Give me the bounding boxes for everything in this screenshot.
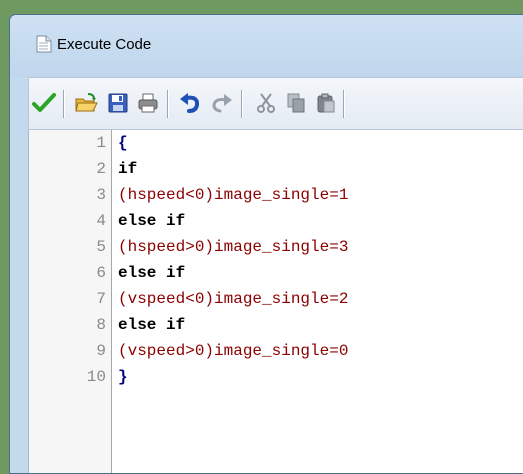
title-bar[interactable]: Execute Code (10, 15, 523, 77)
open-folder-icon (75, 93, 98, 112)
toolbar-separator (63, 90, 65, 118)
open-button[interactable] (71, 88, 101, 118)
toolbar-separator (343, 90, 345, 118)
print-button[interactable] (133, 88, 163, 118)
checkmark-icon (32, 93, 56, 112)
code-condition: (hspeed<0) (118, 186, 215, 204)
undo-button[interactable] (175, 88, 205, 118)
toolbar (28, 77, 523, 130)
code-text: (vspeed>0)image_single=0 (118, 338, 348, 365)
code-condition: (vspeed<0) (118, 290, 215, 308)
toolbar-separator (241, 90, 243, 118)
line-number: 3 (96, 186, 106, 204)
code-statement: image_single=1 (214, 186, 349, 204)
line-number: 6 (96, 264, 106, 282)
code-condition: (hspeed>0) (118, 238, 215, 256)
code-text: (hspeed>0)image_single=3 (118, 234, 348, 261)
line-number: 4 (96, 212, 106, 230)
line-number: 2 (96, 160, 106, 178)
paste-button[interactable] (311, 88, 341, 118)
ok-button[interactable] (29, 88, 59, 118)
code-text: (hspeed<0)image_single=1 (118, 182, 348, 209)
line-number: 10 (86, 368, 106, 386)
printer-icon (138, 93, 158, 113)
cut-button[interactable] (251, 88, 281, 118)
code-text: else if (118, 212, 186, 230)
code-statement: image_single=2 (214, 290, 349, 308)
code-text: (vspeed<0)image_single=2 (118, 286, 348, 313)
code-condition: (vspeed>0) (118, 342, 215, 360)
undo-icon (180, 93, 200, 113)
line-number: 7 (96, 290, 106, 308)
code-text: else if (118, 316, 186, 334)
window-title: Execute Code (57, 36, 152, 53)
line-number: 1 (96, 134, 106, 152)
code-statement: image_single=3 (214, 238, 349, 256)
paste-icon (317, 93, 335, 113)
line-number: 5 (96, 238, 106, 256)
redo-icon (212, 94, 232, 113)
code-text: { (118, 134, 128, 152)
code-statement: image_single=0 (214, 342, 349, 360)
execute-code-window: Execute Code 1 {2 if 3 (hspeed<0)image_… (9, 14, 523, 474)
toolbar-separator (167, 90, 169, 118)
line-number: 8 (96, 316, 106, 334)
line-number: 9 (96, 342, 106, 360)
save-button[interactable] (103, 88, 133, 118)
code-text: } (118, 368, 128, 386)
floppy-disk-icon (108, 93, 128, 113)
copy-button[interactable] (281, 88, 311, 118)
document-icon (36, 35, 52, 53)
copy-icon (287, 93, 305, 113)
redo-button[interactable] (207, 88, 237, 118)
code-text: else if (118, 264, 186, 282)
code-text: if (118, 160, 138, 178)
scissors-icon (257, 93, 275, 113)
code-editor[interactable]: 1 { 2 if 3 (hspeed<0)image_single=1 4 el… (28, 130, 523, 473)
